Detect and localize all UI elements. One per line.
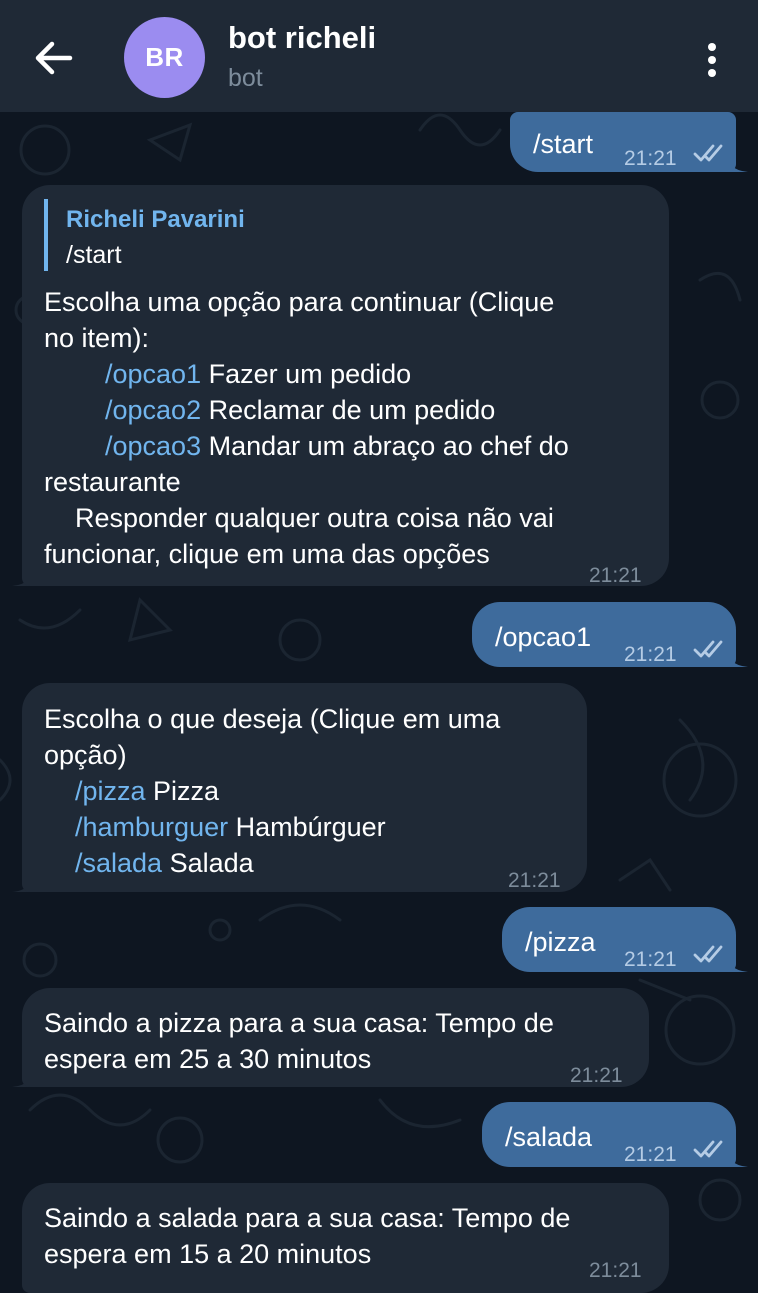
message-line: Escolha uma opção para continuar (Clique xyxy=(44,287,555,317)
message-line: funcionar, clique em uma das opções xyxy=(44,539,490,569)
message-line: Responder qualquer outra coisa não vai xyxy=(75,503,554,533)
message-line: Saindo a pizza para a sua casa: Tempo de xyxy=(44,1008,554,1038)
message-time: 21:21 xyxy=(624,948,677,971)
avatar[interactable]: BR xyxy=(124,17,205,98)
chat-header: BR bot richeli bot xyxy=(0,0,758,112)
message-line: restaurante xyxy=(44,467,181,497)
command-link[interactable]: /pizza xyxy=(75,776,146,806)
outgoing-message[interactable]: /start 21:21 xyxy=(510,112,736,172)
command-link[interactable]: /salada xyxy=(75,848,162,878)
more-options-button[interactable] xyxy=(690,38,734,82)
message-time: 21:21 xyxy=(624,643,677,666)
chat-title[interactable]: bot richeli xyxy=(228,20,376,56)
message-text[interactable]: /start xyxy=(533,126,593,162)
message-time: 21:21 xyxy=(508,869,561,892)
outgoing-message[interactable]: /salada 21:21 xyxy=(482,1102,736,1167)
incoming-message[interactable]: Richeli Pavarini /start Escolha uma opçã… xyxy=(22,185,669,587)
back-button[interactable] xyxy=(22,30,82,86)
message-time: 21:21 xyxy=(589,564,642,587)
command-link[interactable]: /opcao2 xyxy=(105,395,201,425)
message-line: opção) xyxy=(44,740,127,770)
outgoing-message[interactable]: /pizza 21:21 xyxy=(502,907,736,972)
outgoing-message[interactable]: /opcao1 21:21 xyxy=(472,602,736,667)
message-time: 21:21 xyxy=(624,1143,677,1166)
command-link[interactable]: /opcao3 xyxy=(105,431,201,461)
double-check-icon xyxy=(693,640,723,658)
message-time: 21:21 xyxy=(589,1259,642,1282)
message-line: Mandar um abraço ao chef do xyxy=(201,431,569,461)
arrow-left-icon xyxy=(35,41,73,75)
message-text[interactable]: /pizza xyxy=(525,924,596,960)
message-line: Escolha o que deseja (Clique em uma xyxy=(44,704,501,734)
message-line: Saindo a salada para a sua casa: Tempo d… xyxy=(44,1203,571,1233)
chat-status: bot xyxy=(228,64,263,92)
command-link[interactable]: /opcao1 xyxy=(105,359,201,389)
reply-author: Richeli Pavarini xyxy=(66,206,245,233)
double-check-icon xyxy=(693,1140,723,1158)
message-line: espera em 15 a 20 minutos xyxy=(44,1239,372,1269)
message-line: Salada xyxy=(162,848,254,878)
message-line: espera em 25 a 30 minutos xyxy=(44,1044,372,1074)
message-line: no item): xyxy=(44,323,150,353)
reply-text: /start xyxy=(66,241,122,269)
command-link[interactable]: /hamburguer xyxy=(75,812,228,842)
message-text[interactable]: /opcao1 xyxy=(495,619,591,655)
message-time: 21:21 xyxy=(570,1064,623,1087)
incoming-message[interactable]: Saindo a salada para a sua casa: Tempo d… xyxy=(22,1183,669,1293)
message-text[interactable]: /salada xyxy=(505,1119,592,1155)
message-time: 21:21 xyxy=(624,147,677,170)
message-line: Hambúrguer xyxy=(228,812,386,842)
message-line: Pizza xyxy=(145,776,220,806)
double-check-icon xyxy=(693,945,723,963)
message-line: Reclamar de um pedido xyxy=(201,395,496,425)
incoming-message[interactable]: Saindo a pizza para a sua casa: Tempo de… xyxy=(22,988,649,1087)
double-check-icon xyxy=(693,144,723,162)
incoming-message[interactable]: Escolha o que deseja (Clique em uma opçã… xyxy=(22,683,587,892)
message-line: Fazer um pedido xyxy=(201,359,412,389)
reply-quote[interactable]: Richeli Pavarini /start xyxy=(44,199,268,271)
